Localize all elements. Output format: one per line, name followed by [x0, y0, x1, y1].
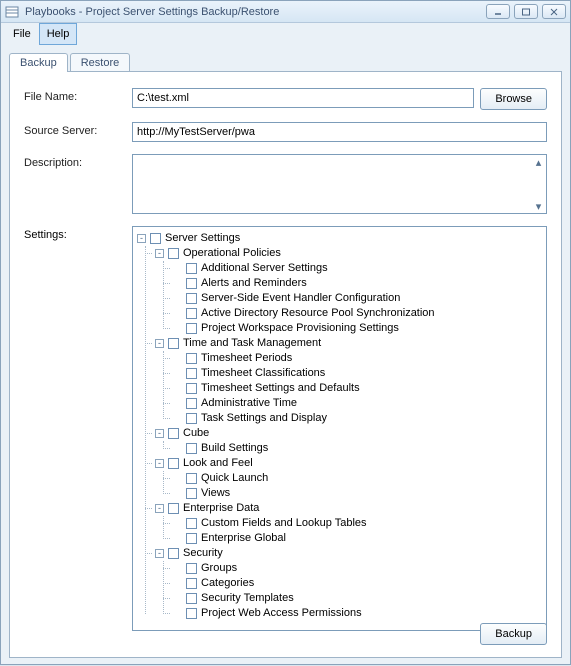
tree-checkbox-operational-policies[interactable] — [168, 248, 179, 259]
tree-label-security-templates[interactable]: Security Templates — [201, 591, 294, 606]
tree-label-custom-fields-and-lookup-tables[interactable]: Custom Fields and Lookup Tables — [201, 516, 367, 531]
tree-label-server-side-event-handler-configuration[interactable]: Server-Side Event Handler Configuration — [201, 291, 400, 306]
tabpage-backup: File Name: Browse Source Server: Descrip… — [9, 71, 562, 658]
tree-toggle-operational-policies[interactable]: - — [155, 249, 164, 258]
minimize-button[interactable] — [486, 4, 510, 19]
tree-checkbox-administrative-time[interactable] — [186, 398, 197, 409]
tree-label-categories[interactable]: Categories — [201, 576, 254, 591]
browse-button[interactable]: Browse — [480, 88, 547, 110]
tree-label-time-and-task-management[interactable]: Time and Task Management — [183, 336, 321, 351]
tree-label-views[interactable]: Views — [201, 486, 230, 501]
tree-checkbox-views[interactable] — [186, 488, 197, 499]
tree-label-task-settings-and-display[interactable]: Task Settings and Display — [201, 411, 327, 426]
tree-checkbox-groups[interactable] — [186, 563, 197, 574]
tree-label-alerts-and-reminders[interactable]: Alerts and Reminders — [201, 276, 307, 291]
tree-checkbox-time-and-task-management[interactable] — [168, 338, 179, 349]
tree-toggle-time-and-task-management[interactable]: - — [155, 339, 164, 348]
tree-checkbox-look-and-feel[interactable] — [168, 458, 179, 469]
description-input[interactable]: ▴ ▾ — [132, 154, 547, 214]
tab-restore[interactable]: Restore — [70, 53, 131, 72]
tree-label-enterprise-data[interactable]: Enterprise Data — [183, 501, 259, 516]
settings-tree[interactable]: -Server Settings-Operational PoliciesAdd… — [132, 226, 547, 631]
tree-checkbox-task-settings-and-display[interactable] — [186, 413, 197, 424]
tree-checkbox-timesheet-settings-and-defaults[interactable] — [186, 383, 197, 394]
window-title: Playbooks - Project Server Settings Back… — [25, 6, 486, 18]
tabset: Backup Restore — [9, 49, 562, 71]
close-button[interactable] — [542, 4, 566, 19]
menu-file[interactable]: File — [5, 23, 39, 45]
tree-toggle-security[interactable]: - — [155, 549, 164, 558]
tree-checkbox-alerts-and-reminders[interactable] — [186, 278, 197, 289]
file-name-label: File Name: — [24, 88, 132, 103]
tree-checkbox-custom-fields-and-lookup-tables[interactable] — [186, 518, 197, 529]
tab-backup[interactable]: Backup — [9, 53, 68, 72]
scroll-down-icon[interactable]: ▾ — [532, 200, 545, 212]
file-name-input[interactable] — [132, 88, 474, 108]
description-label: Description: — [24, 154, 132, 169]
tree-checkbox-security[interactable] — [168, 548, 179, 559]
tree-label-groups[interactable]: Groups — [201, 561, 237, 576]
tree-checkbox-server-settings[interactable] — [150, 233, 161, 244]
tree-toggle-look-and-feel[interactable]: - — [155, 459, 164, 468]
titlebar: Playbooks - Project Server Settings Back… — [1, 1, 570, 23]
tree-label-timesheet-periods[interactable]: Timesheet Periods — [201, 351, 292, 366]
tree-checkbox-quick-launch[interactable] — [186, 473, 197, 484]
tree-label-operational-policies[interactable]: Operational Policies — [183, 246, 281, 261]
tree-checkbox-additional-server-settings[interactable] — [186, 263, 197, 274]
tree-checkbox-project-web-access-permissions[interactable] — [186, 608, 197, 619]
scroll-up-icon[interactable]: ▴ — [532, 156, 545, 168]
tree-toggle-enterprise-data[interactable]: - — [155, 504, 164, 513]
tree-label-server-settings[interactable]: Server Settings — [165, 231, 240, 246]
tree-checkbox-enterprise-global[interactable] — [186, 533, 197, 544]
tree-label-project-workspace-provisioning-settings[interactable]: Project Workspace Provisioning Settings — [201, 321, 399, 336]
tree-label-cube[interactable]: Cube — [183, 426, 209, 441]
menu-help[interactable]: Help — [39, 23, 78, 45]
source-server-label: Source Server: — [24, 122, 132, 137]
settings-label: Settings: — [24, 226, 132, 631]
window-controls — [486, 4, 566, 19]
tree-checkbox-timesheet-classifications[interactable] — [186, 368, 197, 379]
tree-label-active-directory-resource-pool-synchronization[interactable]: Active Directory Resource Pool Synchroni… — [201, 306, 435, 321]
tree-checkbox-build-settings[interactable] — [186, 443, 197, 454]
tree-label-additional-server-settings[interactable]: Additional Server Settings — [201, 261, 328, 276]
menubar: File Help — [1, 23, 570, 45]
tree-label-administrative-time[interactable]: Administrative Time — [201, 396, 297, 411]
tree-toggle-server-settings[interactable]: - — [137, 234, 146, 243]
tree-checkbox-active-directory-resource-pool-synchronization[interactable] — [186, 308, 197, 319]
tree-checkbox-timesheet-periods[interactable] — [186, 353, 197, 364]
backup-button[interactable]: Backup — [480, 623, 547, 645]
tree-label-timesheet-classifications[interactable]: Timesheet Classifications — [201, 366, 325, 381]
tree-checkbox-security-templates[interactable] — [186, 593, 197, 604]
tree-label-quick-launch[interactable]: Quick Launch — [201, 471, 268, 486]
tree-label-enterprise-global[interactable]: Enterprise Global — [201, 531, 286, 546]
source-server-input[interactable] — [132, 122, 547, 142]
tree-label-security[interactable]: Security — [183, 546, 223, 561]
app-window: Playbooks - Project Server Settings Back… — [0, 0, 571, 665]
tree-checkbox-server-side-event-handler-configuration[interactable] — [186, 293, 197, 304]
tree-checkbox-project-workspace-provisioning-settings[interactable] — [186, 323, 197, 334]
maximize-button[interactable] — [514, 4, 538, 19]
tree-label-look-and-feel[interactable]: Look and Feel — [183, 456, 253, 471]
tree-checkbox-enterprise-data[interactable] — [168, 503, 179, 514]
app-icon — [5, 5, 19, 19]
tree-label-project-web-access-permissions[interactable]: Project Web Access Permissions — [201, 606, 362, 621]
tree-toggle-cube[interactable]: - — [155, 429, 164, 438]
tree-checkbox-cube[interactable] — [168, 428, 179, 439]
tree-label-timesheet-settings-and-defaults[interactable]: Timesheet Settings and Defaults — [201, 381, 360, 396]
tree-checkbox-categories[interactable] — [186, 578, 197, 589]
tree-label-build-settings[interactable]: Build Settings — [201, 441, 268, 456]
